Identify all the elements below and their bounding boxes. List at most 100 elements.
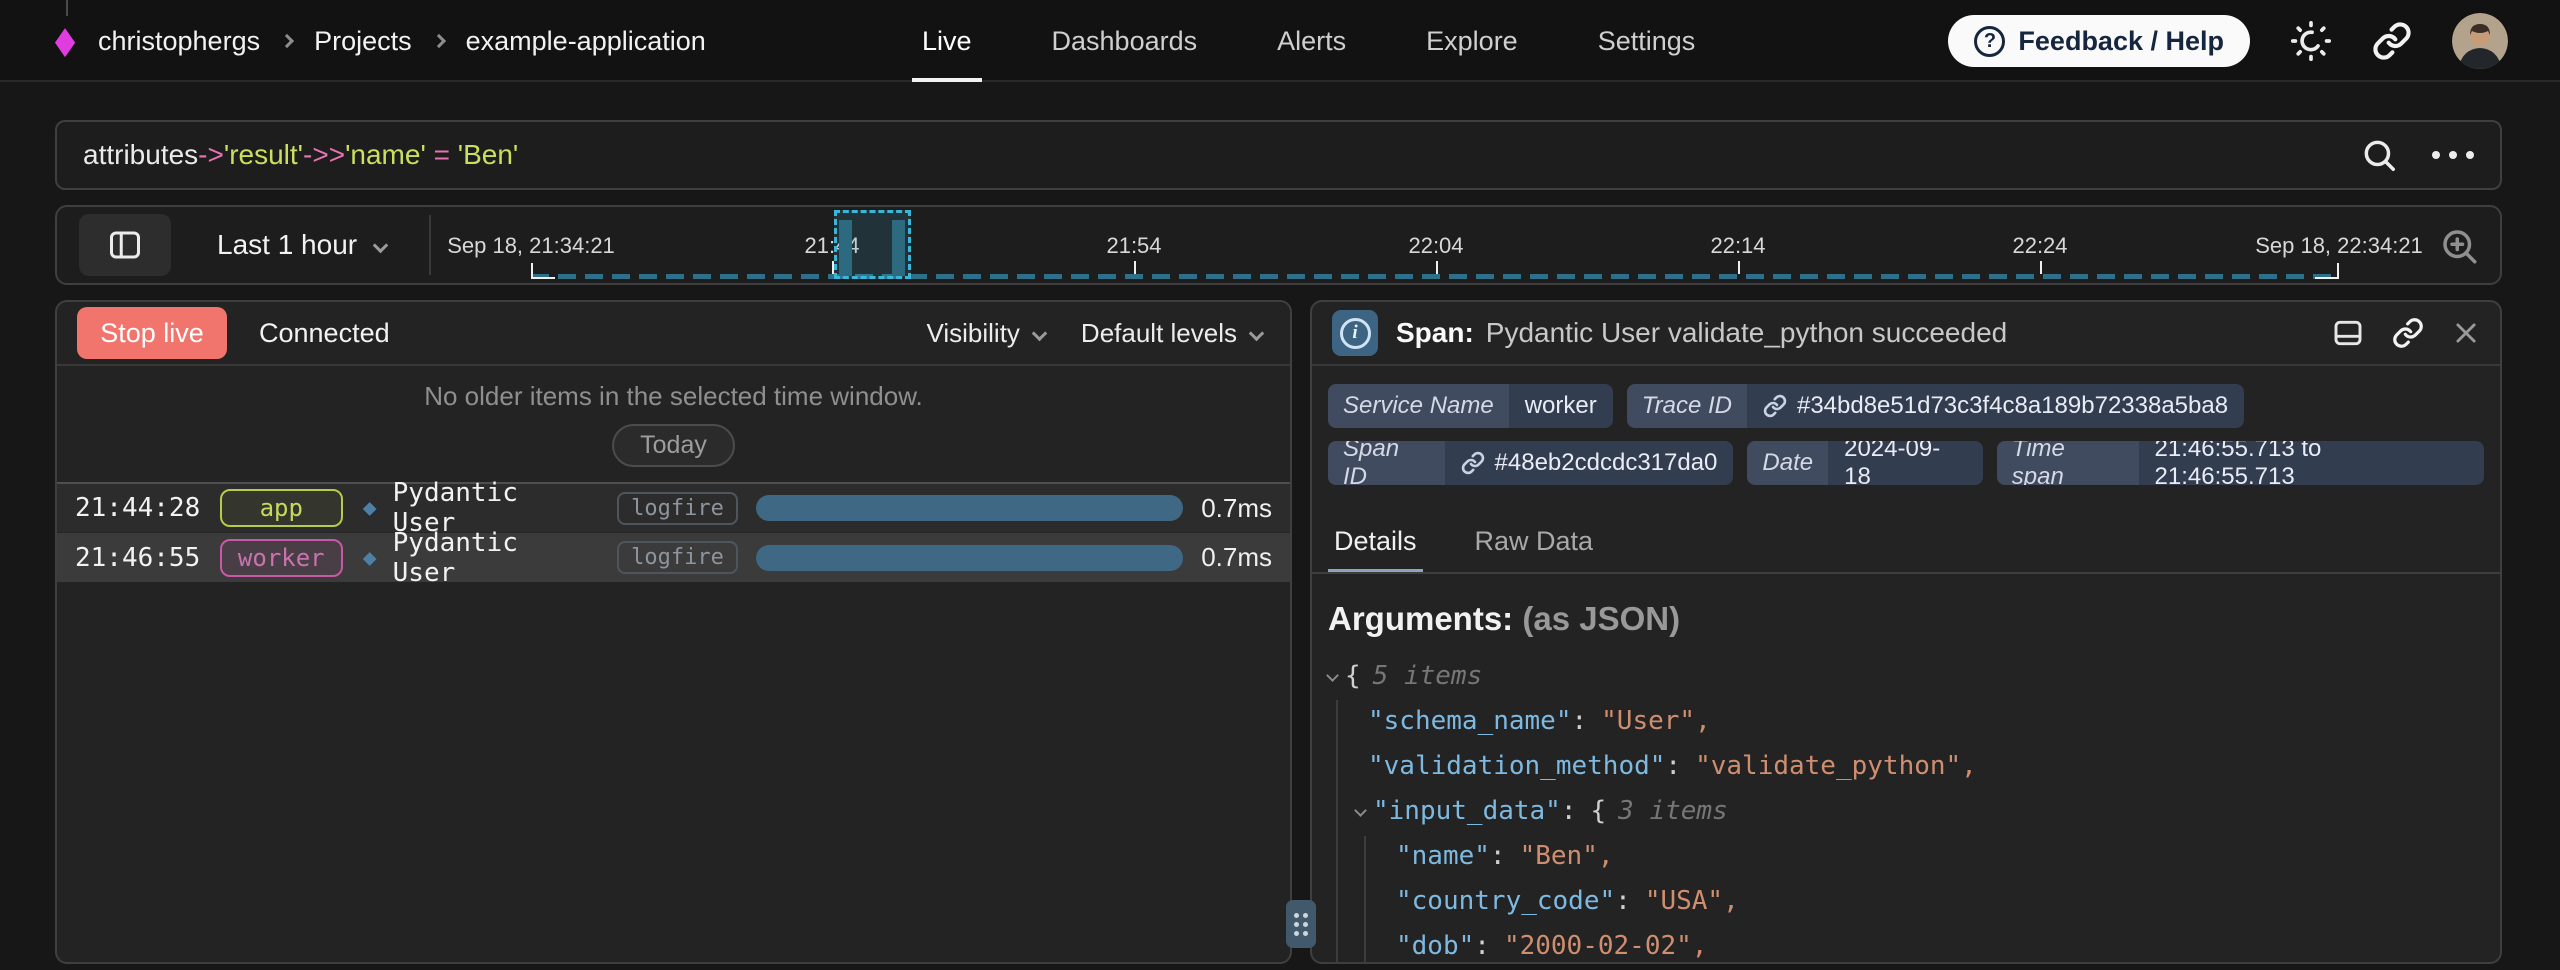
timeline-bar: Last 1 hour Sep 18, 21:34:21 21:44 21:54… [55,205,2502,285]
breadcrumb-separator-icon [280,34,294,48]
log-row[interactable]: 21:46:55 worker ◆ Pydantic User logfire … [57,532,1290,582]
timeline-tick-label: 21:54 [1044,233,1224,259]
split-panel-button[interactable] [2332,317,2364,349]
meta-badge-service-name: Service Name worker [1328,384,1613,428]
json-key: "validation_method" [1368,751,1665,781]
tab-settings[interactable]: Settings [1588,0,1706,82]
timeline-axis-end-corner [2315,263,2339,279]
timeline-tick-label: 22:04 [1346,233,1526,259]
magnifier-plus-icon [2438,225,2480,267]
json-collapse-chevron-icon[interactable] [1326,669,1339,682]
visibility-dropdown[interactable]: Visibility [926,318,1044,349]
span-detail-panel: i Span: Pydantic User validate_python su… [1310,300,2502,964]
close-icon [2452,319,2480,347]
more-options-button[interactable] [2432,151,2474,159]
arguments-heading: Arguments: (as JSON) [1312,574,2500,638]
connection-status: Connected [259,318,390,349]
json-key: "country_code" [1396,886,1615,916]
timeline-selection[interactable] [834,210,911,279]
feedback-help-button[interactable]: ? Feedback / Help [1948,15,2250,67]
service-badge-app: app [220,489,343,527]
timeline-tick [1436,261,1438,274]
tab-live[interactable]: Live [912,0,982,82]
link-icon [1763,394,1787,418]
timeline-tick [2040,261,2042,274]
top-bar: ◆ christophergs Projects example-applica… [0,0,2560,82]
span-diamond-icon: ◆ [363,545,377,571]
topbar-actions: ? Feedback / Help [1948,0,2508,82]
query-segment: 'Ben' [458,139,519,171]
duration-label: 0.7ms [1201,542,1272,573]
json-line: "input_data":{3 items [1328,789,2500,834]
empty-state: No older items in the selected time wind… [57,366,1290,482]
json-key: "name" [1396,841,1490,871]
query-input[interactable]: attributes->'result'->>'name' = 'Ben' [55,120,2502,190]
log-title: Pydantic User [393,528,592,588]
share-link-button[interactable] [2372,21,2412,61]
query-segment: ->> [303,139,345,171]
stop-live-button[interactable]: Stop live [77,307,227,359]
copy-link-button[interactable] [2392,317,2424,349]
query-segment: 'name' [345,139,426,171]
log-row[interactable]: 21:44:28 app ◆ Pydantic User logfire 0.7… [57,482,1290,532]
log-time: 21:44:28 [75,493,204,523]
service-badge-worker: worker [220,539,343,577]
info-circle-icon: i [1332,310,1378,356]
close-panel-button[interactable] [2452,319,2480,347]
breadcrumb-separator-icon [432,34,446,48]
main-nav: Live Dashboards Alerts Explore Settings [912,0,1705,82]
meta-badge-date: Date 2024-09-18 [1747,441,1982,485]
default-levels-dropdown[interactable]: Default levels [1081,318,1262,349]
zoom-in-button[interactable] [2438,225,2480,267]
json-line: "dob":"2000-02-02", [1328,924,2500,964]
search-button[interactable] [2360,136,2398,174]
meta-badge-span-id[interactable]: Span ID #48eb2cdcdc317da0 [1328,441,1733,485]
link-icon [1461,451,1485,475]
date-badge-today: Today [612,424,735,467]
json-tree: {5 items "schema_name":"User", "validati… [1312,654,2500,964]
link-icon [2392,317,2424,349]
json-collapse-chevron-icon[interactable] [1354,804,1367,817]
sidebar-toggle-button[interactable] [79,214,171,276]
timeline-histogram-bar [839,220,852,276]
json-value: "USA", [1645,886,1739,916]
json-key: "input_data" [1373,796,1561,826]
time-range-dropdown[interactable]: Last 1 hour [217,207,386,283]
panel-horizontal-split-icon [2332,317,2364,349]
json-indent-guide [1364,836,1366,964]
meta-badge-trace-id[interactable]: Trace ID #34bd8e51d73c3f4c8a189b72338a5b… [1627,384,2244,428]
scope-badge-logfire: logfire [617,541,738,574]
theme-toggle-button[interactable] [2290,20,2332,62]
scope-badge-logfire: logfire [617,492,738,525]
feedback-help-label: Feedback / Help [2018,26,2224,57]
user-avatar[interactable] [2452,13,2508,69]
json-indent-guide [1336,700,1338,964]
timeline-axis-start-corner [531,263,555,279]
live-view-panel: Stop live Connected Visibility Default l… [55,300,1292,964]
breadcrumb-projects[interactable]: Projects [314,26,412,57]
visibility-label: Visibility [926,318,1019,349]
meta-badge-time-span: Time span 21:46:55.713 to 21:46:55.713 [1997,441,2484,485]
query-segment: = [426,139,458,171]
live-panel-header: Stop live Connected Visibility Default l… [57,302,1290,366]
tab-raw-data[interactable]: Raw Data [1469,510,1600,572]
breadcrumb-org[interactable]: christophergs [98,26,260,57]
json-value: "Ben", [1520,841,1614,871]
timeline-end-label: Sep 18, 22:34:21 [2249,233,2429,259]
json-line: "country_code":"USA", [1328,879,2500,924]
tab-explore[interactable]: Explore [1416,0,1528,82]
default-levels-label: Default levels [1081,318,1237,349]
json-value: "User", [1601,706,1711,736]
tab-details[interactable]: Details [1328,510,1423,572]
json-line: "schema_name":"User", [1328,699,2500,744]
tab-dashboards[interactable]: Dashboards [1042,0,1208,82]
timeline-start-label: Sep 18, 21:34:21 [441,233,621,259]
logfire-logo-diamond-icon[interactable]: ◆ [55,18,75,63]
duration-bar [756,545,1183,571]
json-items-note: 3 items [1618,796,1728,826]
breadcrumb-project-name[interactable]: example-application [466,26,706,57]
tab-alerts[interactable]: Alerts [1267,0,1356,82]
panel-resize-handle[interactable] [1286,900,1316,948]
detail-tabs: Details Raw Data [1312,510,2500,574]
json-line: {5 items [1328,654,2500,699]
